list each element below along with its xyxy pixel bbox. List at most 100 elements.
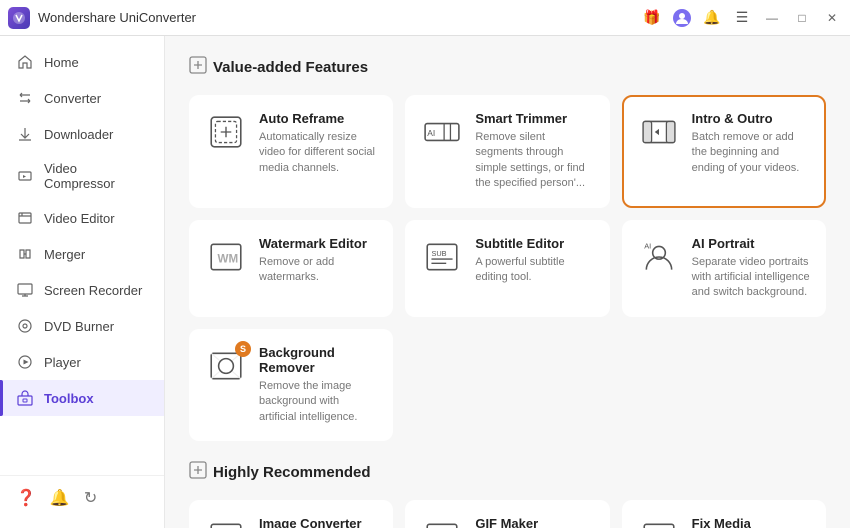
watermark-editor-icon-wrapper: WM — [205, 236, 247, 278]
video-compressor-icon — [16, 167, 34, 185]
auto-reframe-icon — [205, 111, 247, 153]
smart-trimmer-title: Smart Trimmer — [475, 111, 593, 126]
notification-icon[interactable]: 🔔 — [702, 8, 722, 28]
toolbox-icon — [16, 389, 34, 407]
gift-icon[interactable]: 🎁 — [642, 8, 662, 28]
svg-text:AI: AI — [644, 241, 651, 250]
sidebar-label-video-editor: Video Editor — [44, 211, 115, 226]
sidebar-item-merger[interactable]: Merger — [0, 236, 164, 272]
value-added-header: Value-added Features — [189, 56, 826, 79]
smart-trimmer-icon-wrapper: AI — [421, 111, 463, 153]
gif-maker-icon: GIF — [421, 516, 463, 528]
screen-recorder-icon — [16, 281, 34, 299]
app-title: Wondershare UniConverter — [38, 10, 196, 25]
subtitle-editor-desc: A powerful subtitle editing tool. — [475, 255, 593, 286]
card-intro-outro[interactable]: Intro & Outro Batch remove or add the beg… — [622, 95, 826, 208]
main-layout: Home Converter Downloader Video Compressor V… — [0, 36, 850, 528]
sidebar-item-screen-recorder[interactable]: Screen Recorder — [0, 272, 164, 308]
highly-recommended-title: Highly Recommended — [213, 464, 371, 481]
video-editor-icon — [16, 209, 34, 227]
auto-reframe-desc: Automatically resize video for different… — [259, 130, 377, 176]
sidebar-label-toolbox: Toolbox — [44, 391, 94, 406]
ai-portrait-title: AI Portrait — [692, 236, 810, 251]
sidebar-item-video-compressor[interactable]: Video Compressor — [0, 152, 164, 200]
intro-outro-title: Intro & Outro — [692, 111, 810, 126]
fix-media-metadata-title: Fix Media Metadata — [692, 516, 810, 528]
sidebar-label-merger: Merger — [44, 247, 85, 262]
intro-outro-desc: Batch remove or add the beginning and en… — [692, 130, 810, 176]
bell-icon[interactable]: 🔔 — [50, 488, 70, 508]
value-added-grid: Auto Reframe Automatically resize video f… — [189, 95, 826, 441]
image-converter-icon-wrapper — [205, 516, 247, 528]
converter-icon — [16, 89, 34, 107]
home-icon — [16, 53, 34, 71]
ai-portrait-text: AI Portrait Separate video portraits with… — [692, 236, 810, 301]
sidebar-label-converter: Converter — [44, 91, 101, 106]
sidebar-item-video-editor[interactable]: Video Editor — [0, 200, 164, 236]
background-remover-desc: Remove the image background with artific… — [259, 379, 377, 425]
sidebar-item-home[interactable]: Home — [0, 44, 164, 80]
fix-media-metadata-icon-wrapper — [638, 516, 680, 528]
fix-media-metadata-text: Fix Media MetadataAuto-fix and edit meta… — [692, 516, 810, 528]
card-smart-trimmer[interactable]: AI Smart TrimmerRemove silent segments th… — [405, 95, 609, 208]
sidebar-item-converter[interactable]: Converter — [0, 80, 164, 116]
recommended-grid: Image ConverterConvert images to other f… — [189, 500, 826, 528]
titlebar-right: 🎁 🔔 ☰ — □ ✕ — [642, 8, 842, 28]
subtitle-editor-text: Subtitle Editor A powerful subtitle editi… — [475, 236, 593, 286]
app-logo — [8, 7, 30, 29]
user-icon[interactable] — [672, 8, 692, 28]
ai-portrait-icon: AI — [638, 236, 680, 278]
card-image-converter[interactable]: Image ConverterConvert images to other f… — [189, 500, 393, 528]
card-fix-media-metadata[interactable]: Fix Media MetadataAuto-fix and edit meta… — [622, 500, 826, 528]
auto-reframe-text: Auto Reframe Automatically resize video f… — [259, 111, 377, 176]
recommended-icon — [189, 461, 207, 484]
sidebar-item-dvd-burner[interactable]: DVD Burner — [0, 308, 164, 344]
card-auto-reframe[interactable]: Auto Reframe Automatically resize video f… — [189, 95, 393, 208]
feedback-icon[interactable]: ↻ — [84, 488, 97, 508]
gif-maker-icon-wrapper: GIF — [421, 516, 463, 528]
sidebar-label-home: Home — [44, 55, 79, 70]
background-remover-badge: S — [235, 341, 251, 357]
sidebar-footer: ❓ 🔔 ↻ — [0, 475, 164, 520]
svg-text:WM: WM — [218, 252, 239, 265]
dvd-burner-icon — [16, 317, 34, 335]
sidebar-item-player[interactable]: Player — [0, 344, 164, 380]
auto-reframe-title: Auto Reframe — [259, 111, 377, 126]
card-subtitle-editor[interactable]: SUB Subtitle Editor A powerful subtitle ed… — [405, 220, 609, 317]
card-ai-portrait[interactable]: AI AI Portrait Separate video portraits wi… — [622, 220, 826, 317]
close-button[interactable]: ✕ — [822, 8, 842, 28]
svg-text:SUB: SUB — [432, 249, 447, 258]
merger-icon — [16, 245, 34, 263]
subtitle-editor-icon-wrapper: SUB — [421, 236, 463, 278]
background-remover-text: Background Remover Remove the image backg… — [259, 345, 377, 425]
sidebar-item-downloader[interactable]: Downloader — [0, 116, 164, 152]
minimize-button[interactable]: — — [762, 8, 782, 28]
card-background-remover[interactable]: S Background Remover Remove the image back… — [189, 329, 393, 441]
watermark-editor-title: Watermark Editor — [259, 236, 377, 251]
value-added-icon — [189, 56, 207, 79]
player-icon — [16, 353, 34, 371]
sidebar-item-toolbox[interactable]: Toolbox — [0, 380, 164, 416]
sidebar-label-screen-recorder: Screen Recorder — [44, 283, 142, 298]
ai-portrait-desc: Separate video portraits with artificial… — [692, 255, 810, 301]
help-icon[interactable]: ❓ — [16, 488, 36, 508]
card-watermark-editor[interactable]: WM Watermark Editor Remove or add watermar… — [189, 220, 393, 317]
subtitle-editor-icon: SUB — [421, 236, 463, 278]
card-gif-maker[interactable]: GIFGIF MakerMake GIF from videos or pict… — [405, 500, 609, 528]
content-area: Value-added Features Auto Reframe Automat… — [165, 36, 850, 528]
background-remover-title: Background Remover — [259, 345, 377, 375]
titlebar-left: Wondershare UniConverter — [8, 7, 196, 29]
smart-trimmer-icon: AI — [421, 111, 463, 153]
gif-maker-title: GIF Maker — [475, 516, 593, 528]
sidebar-label-video-compressor: Video Compressor — [44, 161, 148, 191]
subtitle-editor-title: Subtitle Editor — [475, 236, 593, 251]
menu-icon[interactable]: ☰ — [732, 8, 752, 28]
maximize-button[interactable]: □ — [792, 8, 812, 28]
intro-outro-icon — [638, 111, 680, 153]
active-indicator — [0, 380, 3, 416]
watermark-editor-desc: Remove or add watermarks. — [259, 255, 377, 286]
downloader-icon — [16, 125, 34, 143]
smart-trimmer-text: Smart TrimmerRemove silent segments thro… — [475, 111, 593, 192]
image-converter-icon — [205, 516, 247, 528]
watermark-editor-icon: WM — [205, 236, 247, 278]
